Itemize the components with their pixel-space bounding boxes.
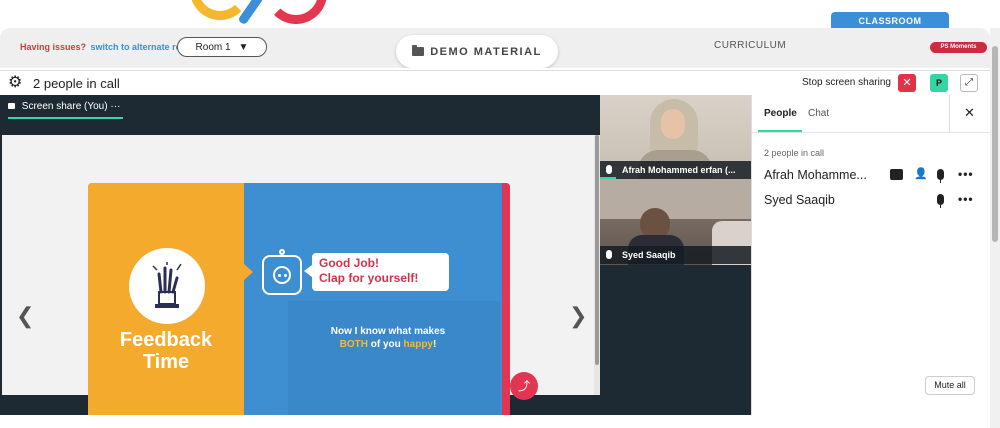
mic-icon — [606, 250, 612, 259]
robot-antenna — [279, 249, 285, 255]
caret-down-icon: ▼ — [238, 41, 249, 53]
raised-hand-icon — [152, 262, 182, 308]
video-name-bar: Afrah Mohammed erfan (... — [600, 161, 751, 179]
robot-icon — [262, 249, 302, 295]
video-tile[interactable]: Syed Saaqib — [600, 179, 751, 265]
close-icon[interactable]: ✕ — [964, 105, 975, 121]
slide-caption-line2: BOTH of you happy! — [288, 338, 488, 351]
video-tile[interactable]: Afrah Mohammed erfan (... — [600, 95, 751, 179]
bottom-toolbar — [0, 415, 990, 428]
share-tab-underline — [8, 117, 123, 119]
share-icon[interactable]: ⤴ — [510, 372, 538, 400]
mic-icon[interactable] — [937, 194, 944, 208]
call-title: 2 people in call — [33, 76, 120, 91]
screen-share-stage: Screen share (You) ··· ❮ ❯ Feedback Time — [0, 95, 600, 420]
mic-icon[interactable] — [937, 169, 944, 183]
tab-people[interactable]: People — [764, 108, 797, 119]
room-select[interactable]: Room 1 ▼ — [177, 37, 267, 57]
demo-material-label: DEMO MATERIAL — [430, 45, 542, 58]
top-header: CLASSROOM Having issues? switch to alter… — [0, 0, 1000, 68]
chevron-left-icon[interactable]: ❮ — [16, 303, 34, 329]
more-icon[interactable]: ••• — [958, 192, 974, 206]
screen-share-icon — [8, 103, 15, 110]
curriculum-tab[interactable]: CURRICULUM — [714, 40, 786, 51]
video-background — [600, 179, 751, 219]
robot-eye-left — [278, 274, 281, 277]
folder-icon — [412, 45, 425, 56]
shared-screen: ❮ ❯ Feedback Time Good Job! Clap for you… — [2, 135, 598, 420]
more-icon[interactable]: ··· — [110, 101, 120, 112]
gear-icon[interactable]: ⚙ — [8, 74, 26, 92]
participant-name: Syed Saaqib — [764, 193, 835, 207]
caption-end: ! — [433, 339, 437, 350]
feedback-circle — [129, 248, 205, 324]
video-participant-name: Afrah Mohammed erfan (... — [622, 165, 736, 175]
video-participant-name: Syed Saaqib — [622, 250, 676, 260]
more-icon[interactable]: ••• — [958, 167, 974, 181]
moments-badge[interactable]: PS Moments — [930, 42, 987, 53]
stop-share-button[interactable]: ✕ — [898, 74, 916, 92]
mute-all-button[interactable]: Mute all — [925, 376, 975, 395]
shared-screen-scroll-thumb[interactable] — [595, 135, 599, 365]
room-select-value: Room 1 — [195, 41, 231, 53]
panel-divider-line — [752, 132, 991, 133]
logo-arc-red — [265, 0, 327, 24]
slide-red-stripe — [502, 183, 510, 420]
chevron-right-icon[interactable]: ❯ — [569, 303, 587, 329]
robot-head — [273, 266, 291, 284]
screen-share-icon[interactable] — [890, 169, 903, 180]
bubble-line1: Good Job! — [319, 256, 379, 270]
speech-bubble-tail — [304, 265, 312, 277]
person-icon[interactable]: 👤 — [914, 167, 928, 180]
video-tiles: Afrah Mohammed erfan (... Syed Saaqib — [600, 95, 751, 415]
participant-face — [661, 109, 685, 139]
panel-divider — [949, 95, 950, 133]
page-scrollbar[interactable] — [990, 28, 1000, 428]
bubble-line2: Clap for yourself! — [319, 271, 419, 285]
demo-material-button[interactable]: DEMO MATERIAL — [396, 35, 558, 68]
page-scroll-thumb[interactable] — [992, 46, 998, 242]
stop-share-label[interactable]: Stop screen sharing — [802, 77, 891, 88]
participant-name: Afrah Mohamme... — [764, 168, 867, 182]
tab-chat[interactable]: Chat — [808, 108, 829, 119]
issues-text: Having issues? switch to alternate room — [20, 42, 195, 52]
caption-both: BOTH — [339, 339, 368, 350]
slide-caption-line1: Now I know what makes — [330, 326, 446, 337]
feedback-title: Feedback Time — [88, 329, 244, 373]
screen-share-tab-label: Screen share (You) — [21, 101, 108, 112]
presentation-slide: Feedback Time Good Job! Clap for yoursel… — [88, 183, 510, 420]
slide-shade — [288, 301, 500, 420]
people-panel: People Chat ✕ 2 people in call Afrah Moh… — [751, 95, 991, 415]
people-count: 2 people in call — [764, 148, 825, 158]
list-item: Afrah Mohamme... 👤 ••• — [764, 166, 989, 186]
screen-share-tab[interactable]: Screen share (You) ··· — [8, 101, 120, 112]
feedback-title-line2: Time — [142, 351, 190, 373]
feedback-title-line1: Feedback — [119, 329, 213, 351]
robot-eye-right — [284, 274, 287, 277]
expand-icon[interactable]: ⤢ — [960, 74, 978, 92]
caption-happy: happy — [403, 339, 433, 350]
avatar[interactable]: P — [930, 74, 948, 92]
list-item: Syed Saaqib ••• — [764, 191, 989, 211]
caption-of-you: of you — [367, 339, 404, 350]
slide-yellow-panel: Feedback Time — [88, 183, 244, 420]
call-bar: ⚙ 2 people in call Stop screen sharing ✕… — [0, 70, 990, 95]
slide-caption: Now I know what makes BOTH of you happy! — [288, 325, 488, 351]
speech-bubble: Good Job! Clap for yourself! — [312, 253, 449, 291]
video-name-bar: Syed Saaqib — [600, 246, 751, 264]
moments-label: PS Moments — [940, 44, 977, 50]
issues-label: Having issues? — [20, 42, 87, 52]
slide-pointer — [244, 264, 253, 280]
mic-icon — [606, 165, 612, 174]
